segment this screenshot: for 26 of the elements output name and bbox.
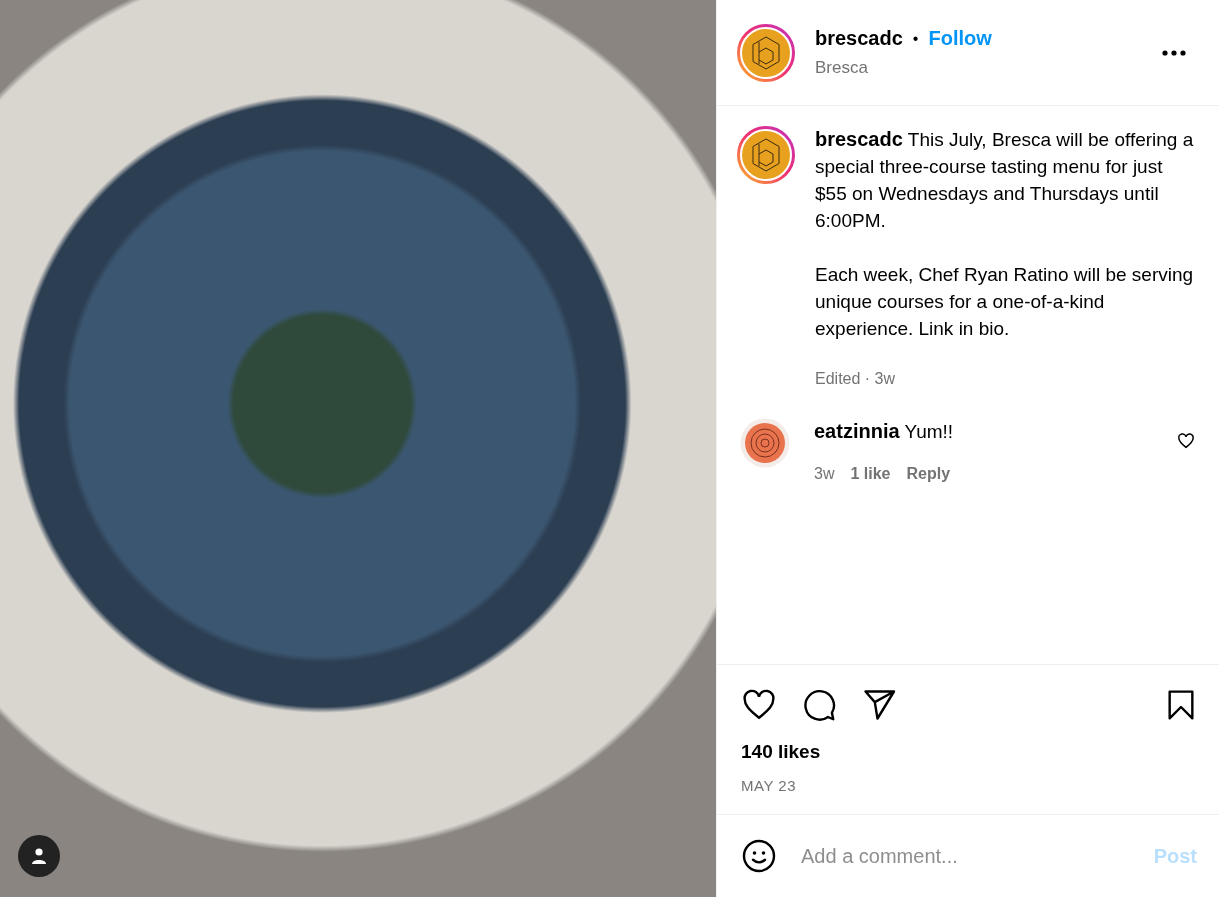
comment-time: 3w <box>814 465 835 483</box>
profile-avatar[interactable] <box>737 23 795 82</box>
comment-text: eatzinnia Yum!! <box>814 419 955 444</box>
location-link[interactable]: Bresca <box>815 58 1141 78</box>
reply-button[interactable]: Reply <box>906 465 951 483</box>
bookmark-icon[interactable] <box>1165 687 1197 723</box>
separator-dot: • <box>912 29 919 48</box>
like-comment-icon[interactable] <box>1177 432 1195 450</box>
username-link[interactable]: eatzinnia <box>814 420 900 442</box>
username-link[interactable]: brescadc <box>815 27 903 50</box>
profile-avatar[interactable] <box>737 126 795 184</box>
comment-icon[interactable] <box>801 687 837 723</box>
send-icon[interactable] <box>861 687 897 723</box>
emoji-icon[interactable] <box>741 838 777 874</box>
caption-text: brescadc This July, Bresca will be offering a special three-course tasting menu for just $55 on Wednesdays and Thursdays until 6:00PM. <box>815 127 1195 233</box>
post-date: MAY 23 <box>741 777 797 794</box>
tagged-user-button[interactable] <box>18 835 60 877</box>
more-options-icon[interactable] <box>1161 48 1187 57</box>
comment-likes-link[interactable]: 1 like <box>850 465 891 483</box>
caption-text: Each week, Chef Ryan Ratino will be serving unique courses for a one-of-a-kind experience. Link in bio. <box>815 263 1195 341</box>
commenter-avatar[interactable] <box>740 418 790 468</box>
follow-button[interactable]: Follow <box>928 27 992 50</box>
post-meta: Edited · 3w <box>815 370 897 388</box>
likes-count[interactable]: 140 likes <box>741 741 1197 763</box>
username-link[interactable]: brescadc <box>815 128 903 150</box>
person-icon <box>30 847 48 865</box>
